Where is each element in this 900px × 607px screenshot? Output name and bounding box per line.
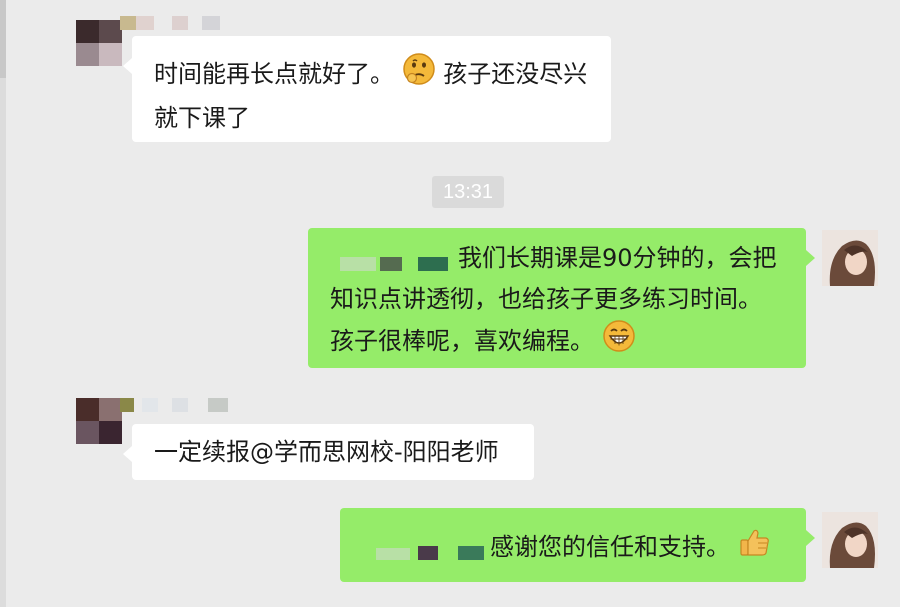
avatar[interactable] bbox=[76, 20, 122, 66]
message-bubble[interactable]: 时间能再长点就好了。 孩子还没尽兴 就下课了 bbox=[123, 36, 611, 142]
message-bubble[interactable]: 我们长期课是90分钟的，会把 知识点讲透彻，也给孩子更多练习时间。 孩子很棒呢，… bbox=[308, 228, 815, 368]
message-bubble[interactable]: 感谢您的信任和支持。 bbox=[340, 508, 815, 582]
avatar[interactable] bbox=[822, 512, 878, 568]
grinning-emoji-icon bbox=[602, 319, 636, 365]
sender-name bbox=[120, 398, 232, 412]
message-text: 感谢您的信任和支持。 bbox=[490, 533, 730, 561]
avatar[interactable] bbox=[822, 230, 878, 286]
redacted-mention bbox=[362, 528, 490, 568]
message-text: 就下课了 bbox=[154, 104, 250, 132]
scrollbar[interactable] bbox=[0, 0, 6, 607]
message-text: 我们长期课是90分钟的，会把 bbox=[458, 244, 777, 272]
message-text: 时间能再长点就好了。 bbox=[154, 60, 394, 88]
message-text: 一定续报@学而思网校-阳阳老师 bbox=[154, 438, 499, 466]
thumbs-up-emoji-icon bbox=[738, 525, 772, 571]
message-bubble[interactable]: 一定续报@学而思网校-阳阳老师 bbox=[123, 424, 534, 480]
message-text: 知识点讲透彻，也给孩子更多练习时间。 bbox=[330, 285, 762, 313]
thinking-emoji-icon bbox=[402, 52, 436, 98]
sender-name bbox=[120, 16, 232, 30]
message-text: 孩子很棒呢，喜欢编程。 bbox=[330, 327, 594, 355]
redacted-mention bbox=[330, 239, 458, 279]
message-text: 孩子还没尽兴 bbox=[443, 60, 588, 88]
scrollbar-thumb[interactable] bbox=[0, 0, 6, 78]
timestamp: 13:31 bbox=[432, 176, 504, 208]
avatar[interactable] bbox=[76, 398, 122, 444]
